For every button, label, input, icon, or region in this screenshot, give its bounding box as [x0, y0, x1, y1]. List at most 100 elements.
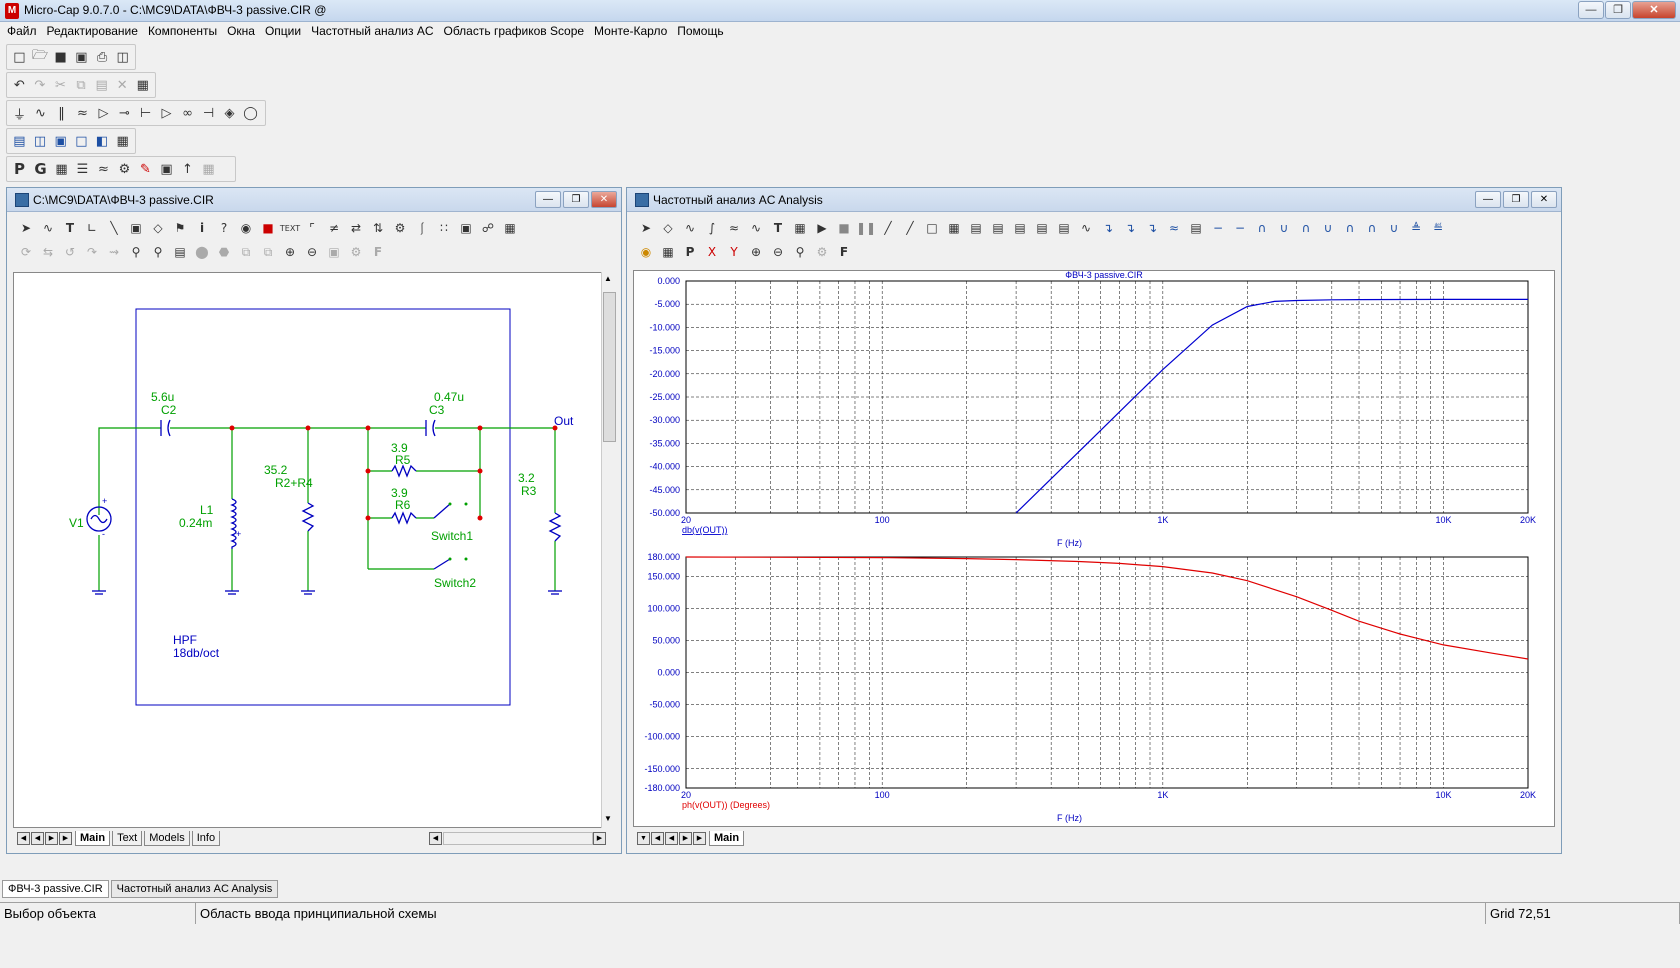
- info-icon[interactable]: i: [191, 218, 213, 238]
- page-icon[interactable]: ▣: [455, 218, 477, 238]
- capacitor-icon[interactable]: ‖: [51, 103, 72, 124]
- stop-sim-icon[interactable]: ■: [833, 218, 855, 238]
- analysis-select-icon[interactable]: ➤: [635, 218, 657, 238]
- current-icon[interactable]: ⇄: [345, 218, 367, 238]
- schematic-hscroll[interactable]: ◀ ▶: [429, 831, 607, 845]
- split-plot-icon[interactable]: ▤: [1053, 218, 1075, 238]
- stepping-icon[interactable]: ↑: [177, 159, 198, 180]
- menu-edit[interactable]: Редактирование: [44, 22, 145, 42]
- voltage-icon[interactable]: ≠: [323, 218, 345, 238]
- zoom-in-icon[interactable]: ⊕: [279, 242, 301, 262]
- print-preview-icon[interactable]: ◫: [112, 47, 133, 68]
- maximize-button[interactable]: ❐: [1605, 1, 1631, 19]
- show-text-icon[interactable]: TEXT: [279, 218, 301, 238]
- next-page-icon[interactable]: ▶: [45, 831, 58, 845]
- grid-dots-icon[interactable]: ∷: [433, 218, 455, 238]
- plot-font-icon[interactable]: F: [833, 242, 855, 262]
- first-page-icon[interactable]: ◀: [17, 831, 30, 845]
- menu-components[interactable]: Компоненты: [145, 22, 224, 42]
- attribute-icon[interactable]: ☍: [477, 218, 499, 238]
- flag-icon[interactable]: ⚑: [169, 218, 191, 238]
- condition-icon[interactable]: ⚙: [389, 218, 411, 238]
- pause-icon[interactable]: ❚❚: [855, 218, 877, 238]
- cascade-icon[interactable]: ▣: [50, 131, 71, 152]
- globe-icon[interactable]: ◉: [235, 218, 257, 238]
- window-icon[interactable]: □: [71, 131, 92, 152]
- list-view-icon[interactable]: ▤: [169, 242, 191, 262]
- save-icon[interactable]: ■: [50, 47, 71, 68]
- schematic-close-button[interactable]: ✕: [591, 191, 617, 208]
- scope-icon[interactable]: ▣: [156, 159, 177, 180]
- step-icon[interactable]: ↷: [81, 242, 103, 262]
- analysis-maximize-button[interactable]: ❐: [1503, 191, 1529, 208]
- analysis-dropdown-icon[interactable]: ▼: [637, 831, 650, 845]
- diode-icon[interactable]: ▷: [93, 103, 114, 124]
- properties-icon[interactable]: ▦: [499, 218, 521, 238]
- line-icon[interactable]: ╲: [103, 218, 125, 238]
- doc-tab-analysis[interactable]: Частотный анализ AC Analysis: [110, 880, 279, 898]
- component-icon[interactable]: ▦: [132, 75, 153, 96]
- power-icon[interactable]: ⇅: [367, 218, 389, 238]
- tile-horizontal-icon[interactable]: ▤: [9, 131, 30, 152]
- layout-1-icon[interactable]: ▤: [965, 218, 987, 238]
- analysis-curve-icon[interactable]: ∫: [701, 218, 723, 238]
- valley-next-icon[interactable]: ∪: [1317, 218, 1339, 238]
- analysis-component-icon[interactable]: ◇: [657, 218, 679, 238]
- close-button[interactable]: ✕: [1632, 1, 1676, 19]
- zoom-out-icon[interactable]: ⊖: [301, 242, 323, 262]
- schematic-vertical-scrollbar[interactable]: ▲ ▼: [601, 272, 617, 828]
- cancel-icon[interactable]: ⬣: [213, 242, 235, 262]
- table-icon[interactable]: ▦: [943, 218, 965, 238]
- layout-4-icon[interactable]: ▤: [1031, 218, 1053, 238]
- text-tool-icon[interactable]: T: [59, 218, 81, 238]
- prev-page-icon[interactable]: ◀: [31, 831, 44, 845]
- transistor-icon[interactable]: ⊸: [114, 103, 135, 124]
- sine-source-icon[interactable]: ◯: [240, 103, 261, 124]
- calculator-icon[interactable]: ▦: [112, 131, 133, 152]
- layout-2-icon[interactable]: ▤: [987, 218, 1009, 238]
- analysis-sweep-icon[interactable]: ∿: [745, 218, 767, 238]
- analysis-next-icon[interactable]: ▶: [679, 831, 692, 845]
- valley-icon[interactable]: ↴: [1119, 218, 1141, 238]
- chart-icon[interactable]: ▤: [1185, 218, 1207, 238]
- tab-text[interactable]: Text: [112, 830, 143, 846]
- analysis-tab-main[interactable]: Main: [709, 830, 745, 846]
- menu-file[interactable]: Файл: [4, 22, 44, 42]
- print-icon[interactable]: ⎙: [92, 47, 113, 68]
- bottom-icon[interactable]: ≝: [1427, 218, 1449, 238]
- undo-icon[interactable]: ↶: [9, 75, 30, 96]
- component-select-icon[interactable]: ◇: [147, 218, 169, 238]
- paste-page-icon[interactable]: ⧉: [257, 242, 279, 262]
- global-high-icon[interactable]: ∩: [1361, 218, 1383, 238]
- wire-icon[interactable]: ∿: [37, 218, 59, 238]
- tangent-icon[interactable]: ╱: [877, 218, 899, 238]
- list-icon[interactable]: ☰: [72, 159, 93, 180]
- rotate-icon[interactable]: ⟳: [15, 242, 37, 262]
- data-points-icon[interactable]: ∿: [1075, 218, 1097, 238]
- wire-mode-icon[interactable]: ∟: [81, 218, 103, 238]
- valley-find-icon[interactable]: ∪: [1273, 218, 1295, 238]
- peak-next-icon[interactable]: ∩: [1295, 218, 1317, 238]
- pin-connection-icon[interactable]: ⎰: [411, 218, 433, 238]
- p-icon[interactable]: P: [9, 159, 30, 180]
- mirror-icon[interactable]: ⇆: [37, 242, 59, 262]
- battery-icon[interactable]: ⊣: [198, 103, 219, 124]
- x-scale-icon[interactable]: X: [701, 242, 723, 262]
- scale-icon[interactable]: □: [921, 218, 943, 238]
- scroll-up-icon[interactable]: ▲: [604, 274, 612, 283]
- tab-models[interactable]: Models: [144, 830, 190, 846]
- node-numbers-icon[interactable]: ⌜: [301, 218, 323, 238]
- plot-zoom-out-icon[interactable]: ⊖: [767, 242, 789, 262]
- layout-3-icon[interactable]: ▤: [1009, 218, 1031, 238]
- analysis-bode-icon[interactable]: ≈: [723, 218, 745, 238]
- analysis-properties-icon[interactable]: ▦: [789, 218, 811, 238]
- minimize-button[interactable]: —: [1578, 1, 1604, 19]
- plot-settings-icon[interactable]: ⚙: [811, 242, 833, 262]
- run-icon[interactable]: ▶: [811, 218, 833, 238]
- select-arrow-icon[interactable]: ➤: [15, 218, 37, 238]
- hscroll-right-icon[interactable]: ▶: [593, 831, 606, 845]
- inductor-icon[interactable]: ≈: [72, 103, 93, 124]
- cursor-right-icon[interactable]: −: [1229, 218, 1251, 238]
- analysis-prev-icon[interactable]: ◀: [665, 831, 678, 845]
- waveform-icon[interactable]: ≈: [93, 159, 114, 180]
